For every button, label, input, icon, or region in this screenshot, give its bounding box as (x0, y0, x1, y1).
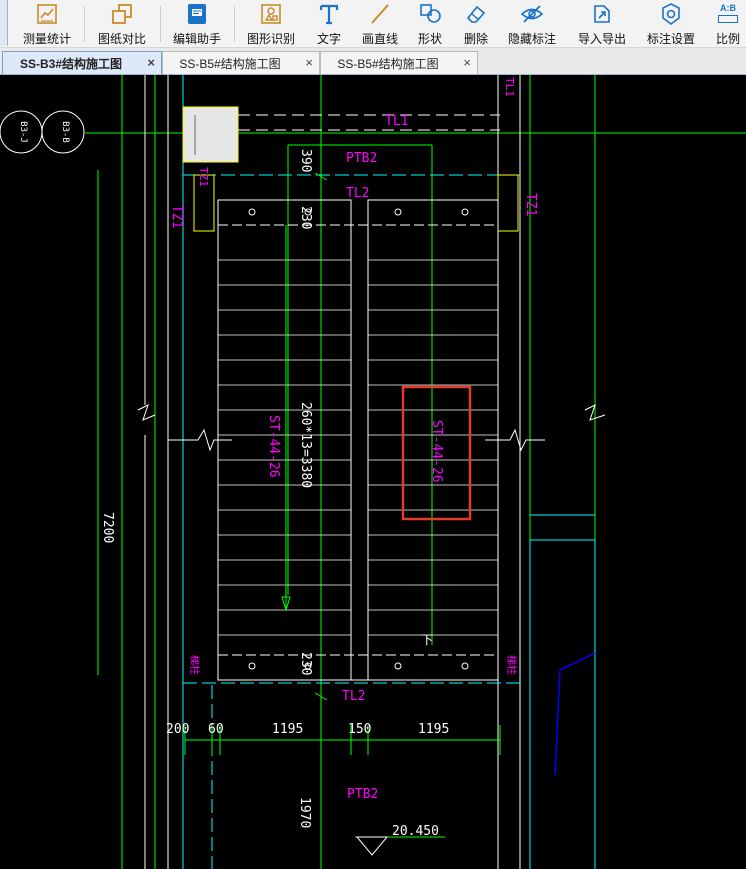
toolbar-partial-button[interactable] (0, 0, 8, 48)
stair-treads (218, 259, 498, 636)
shape-recognition-button[interactable]: 图形识别 (236, 0, 306, 48)
shape-label: 形状 (417, 32, 442, 46)
close-icon[interactable]: × (305, 55, 313, 70)
tab-title: SS-B3#结构施工图 (19, 56, 123, 71)
flight-left-label: ST-44-26 (266, 415, 281, 478)
annotation-settings-label: 标注设置 (646, 32, 695, 46)
drawing-compare-button[interactable]: 图纸对比 (86, 0, 158, 48)
close-icon[interactable]: × (463, 55, 471, 70)
measure-stats-button[interactable]: 测量统计 (12, 0, 82, 48)
elevation-marker (355, 836, 389, 856)
text-button[interactable]: 文字 (310, 0, 348, 48)
toolbar: 测量统计 图纸对比 编辑助手 图形识别 文字 画直线 形状 删除 隐藏标注 导入… (0, 0, 746, 48)
import-export-button[interactable]: 导入导出 (572, 0, 632, 48)
import-export-label: 导入导出 (577, 32, 626, 46)
elevation-label: 20.450 (392, 824, 439, 839)
scale-icon: A:B (716, 2, 740, 26)
eraser-icon (466, 5, 486, 23)
hide-annotation-label: 隐藏标注 (507, 32, 556, 46)
drawing-compare-icon (112, 4, 132, 24)
text-icon (319, 4, 339, 25)
beam-tl1-label: TL1 (385, 114, 408, 129)
close-icon[interactable]: × (147, 55, 155, 70)
column-tz1-right-label: TZ1 (523, 193, 538, 216)
toolbar-separator (234, 6, 235, 42)
axis-bubble-b3-j: B3-J (0, 110, 43, 154)
landing-mark-right: 梯柱 (505, 655, 518, 675)
shape-icon (420, 4, 441, 23)
edit-assistant-icon (188, 4, 206, 24)
dim-1195-left: 1195 (272, 722, 303, 737)
column-tz1-block (182, 106, 239, 163)
right-edge-mark: TL1 (503, 77, 516, 97)
shape-recognition-icon (261, 4, 281, 24)
draw-line-icon (371, 4, 389, 24)
text-label: 文字 (316, 32, 341, 46)
slab-ptb2-top-label: PTB2 (346, 151, 377, 166)
tab-title: SS-B5#结构施工图 (179, 56, 281, 71)
eraser-button[interactable]: 删除 (456, 0, 496, 48)
tab-ss-b3[interactable]: SS-B3#结构施工图 × (2, 51, 162, 74)
walk-direction-mark: 下 (421, 633, 433, 647)
shape-button[interactable]: 形状 (410, 0, 450, 48)
toolbar-separator (160, 6, 161, 42)
cad-drawing-canvas[interactable]: B3-J B3-B 下 TL1 PTB2 TL2 TL2 PTB2 TZ1 TZ… (0, 75, 746, 869)
axis-bubble-label: B3-B (60, 121, 70, 143)
drawing-compare-label: 图纸对比 (97, 32, 146, 46)
beam-tl2-bottom-label: TL2 (342, 689, 365, 704)
tab-title: SS-B5#结构施工图 (337, 56, 439, 71)
scale-icon-text: A:B (720, 3, 736, 13)
annotation-settings-icon (662, 3, 680, 25)
axis-bubble-label: B3-J (18, 121, 28, 143)
landing-mark-left: 梯柱 (188, 655, 201, 675)
dim-230-top: 230 (298, 206, 313, 229)
dim-flight: 260*13=3380 (298, 402, 313, 488)
measure-stats-icon (37, 4, 57, 24)
document-tab-bar: SS-B3#结构施工图 × SS-B5#结构施工图 × SS-B5#结构施工图 … (0, 48, 746, 75)
stair-flights (217, 199, 499, 681)
dim-1970: 1970 (297, 797, 312, 828)
dim-7200: 7200 (100, 512, 115, 543)
column-tz1-top-label: TZ1 (197, 167, 210, 187)
column-tz1-left-label: TZ1 (169, 205, 184, 228)
dim-200: 200 (166, 722, 189, 737)
tab-ss-b5-first[interactable]: SS-B5#结构施工图 × (162, 51, 320, 74)
axis-bubble-b3-b: B3-B (41, 110, 85, 154)
draw-line-button[interactable]: 画直线 (356, 0, 404, 48)
slab-ptb2-bottom-label: PTB2 (347, 787, 378, 802)
scale-label: 比例 (715, 32, 740, 46)
hide-annotation-icon (520, 5, 544, 23)
dimension-texts: 390 230 230 260*13=3380 7200 200 60 1195… (100, 149, 449, 839)
toolbar-separator (84, 6, 85, 42)
draw-line-label: 画直线 (361, 32, 398, 46)
dim-1195-right: 1195 (418, 722, 449, 737)
tab-ss-b5-second[interactable]: SS-B5#结构施工图 × (320, 51, 478, 74)
shape-recognition-label: 图形识别 (246, 32, 295, 46)
beam-tl2-top-label: TL2 (346, 186, 369, 201)
dim-390: 390 (298, 149, 313, 172)
scale-button[interactable]: A:B 比例 (710, 0, 746, 48)
flight-right-label: ST-44-26 (429, 420, 444, 483)
hide-annotation-button[interactable]: 隐藏标注 (502, 0, 562, 48)
edit-assistant-label: 编辑助手 (172, 32, 221, 46)
column-tz1-right (497, 174, 519, 232)
dim-230-bottom: 230 (298, 652, 313, 675)
annotation-settings-button[interactable]: 标注设置 (640, 0, 702, 48)
blue-slope-line (554, 652, 596, 776)
dim-150: 150 (348, 722, 371, 737)
break-lines (168, 428, 545, 452)
eraser-label: 删除 (463, 32, 488, 46)
dim-60: 60 (208, 722, 224, 737)
axis-grid-lines (85, 75, 746, 869)
measure-stats-label: 测量统计 (22, 32, 71, 46)
import-export-icon (594, 5, 610, 23)
edit-assistant-button[interactable]: 编辑助手 (162, 0, 232, 48)
